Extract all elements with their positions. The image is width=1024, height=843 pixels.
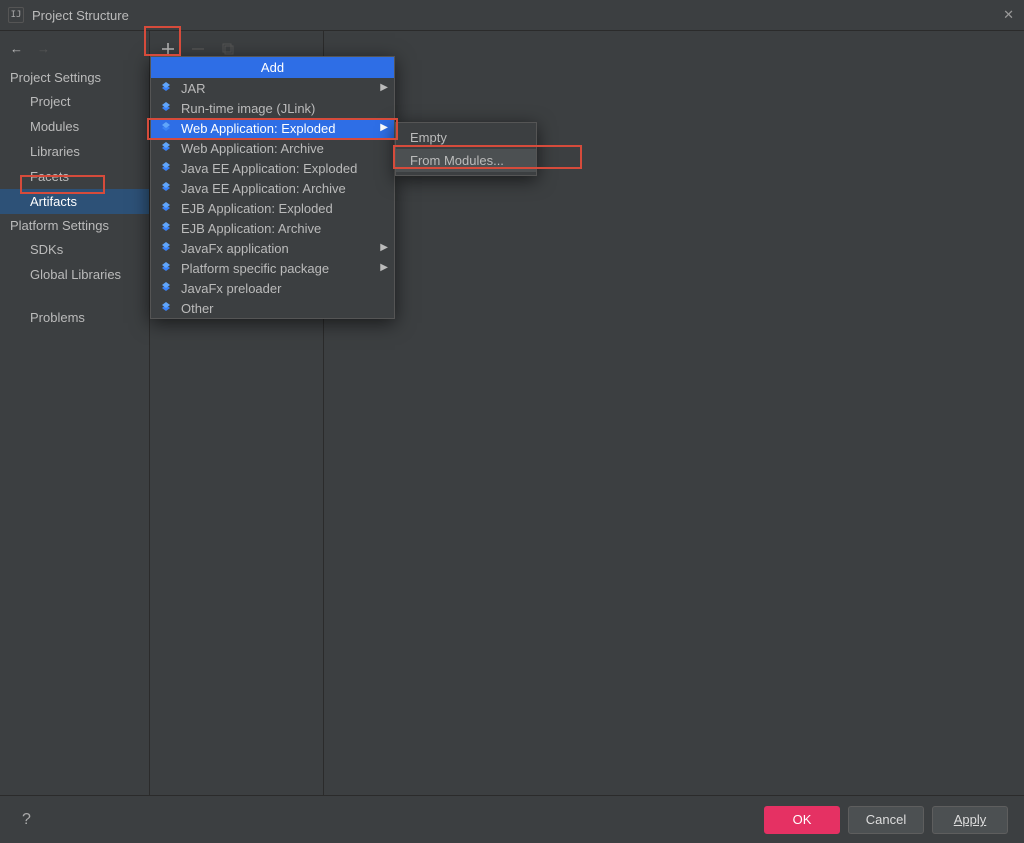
artifact-type-icon	[159, 241, 173, 255]
submenu-arrow-icon: ▶	[380, 82, 388, 93]
artifact-type-icon	[159, 201, 173, 215]
cancel-button[interactable]: Cancel	[848, 806, 924, 834]
submenu-arrow-icon: ▶	[380, 262, 388, 273]
sidebar-item-global-libraries[interactable]: Global Libraries	[0, 262, 149, 287]
popup-header: Add	[151, 57, 394, 78]
menu-item-label: Java EE Application: Archive	[181, 181, 346, 196]
artifact-type-icon	[159, 261, 173, 275]
add-menu-item-javafx-preloader[interactable]: JavaFx preloader	[151, 278, 394, 298]
nav-forward-icon: →	[37, 41, 50, 56]
nav-back-icon[interactable]: ←	[10, 41, 23, 56]
add-menu-item-other[interactable]: Other	[151, 298, 394, 318]
sidebar-item-modules[interactable]: Modules	[0, 114, 149, 139]
submenu-arrow-icon: ▶	[380, 242, 388, 253]
window-title: Project Structure	[32, 8, 129, 23]
add-menu-item-web-application-archive[interactable]: Web Application: Archive	[151, 138, 394, 158]
artifact-type-icon	[159, 161, 173, 175]
title-bar: IJ Project Structure ✕	[0, 0, 1024, 30]
menu-item-label: JavaFx application	[181, 241, 289, 256]
artifact-type-icon	[159, 81, 173, 95]
intellij-logo-icon: IJ	[8, 7, 24, 23]
menu-item-label: Java EE Application: Exploded	[181, 161, 357, 176]
menu-item-label: Web Application: Archive	[181, 141, 324, 156]
add-menu-item-platform-specific-package[interactable]: Platform specific package ▶	[151, 258, 394, 278]
artifact-type-icon	[159, 141, 173, 155]
sidebar-item-problems[interactable]: Problems	[0, 305, 149, 330]
artifact-type-icon	[159, 221, 173, 235]
submenu-arrow-icon: ▶	[380, 122, 388, 133]
add-menu-item-ejb-application-exploded[interactable]: EJB Application: Exploded	[151, 198, 394, 218]
submenu-item-from-modules[interactable]: From Modules...	[396, 149, 536, 172]
ok-button[interactable]: OK	[764, 806, 840, 834]
menu-item-label: JAR	[181, 81, 206, 96]
artifact-type-icon	[159, 181, 173, 195]
menu-item-label: EJB Application: Archive	[181, 221, 321, 236]
menu-item-label: Web Application: Exploded	[181, 121, 335, 136]
menu-item-label: JavaFx preloader	[181, 281, 281, 296]
add-menu-item-ejb-application-archive[interactable]: EJB Application: Archive	[151, 218, 394, 238]
sidebar-item-facets[interactable]: Facets	[0, 164, 149, 189]
close-icon[interactable]: ✕	[1003, 7, 1014, 23]
menu-item-label: Run-time image (JLink)	[181, 101, 315, 116]
add-menu-item-jar[interactable]: JAR ▶	[151, 78, 394, 98]
menu-item-label: Platform specific package	[181, 261, 329, 276]
add-menu-item-java-ee-application-archive[interactable]: Java EE Application: Archive	[151, 178, 394, 198]
add-menu-item-web-application-exploded[interactable]: Web Application: Exploded ▶	[151, 118, 394, 138]
artifact-type-icon	[159, 301, 173, 315]
sidebar-item-libraries[interactable]: Libraries	[0, 139, 149, 164]
artifact-type-icon	[159, 101, 173, 115]
add-menu-item-run-time-image-jlink[interactable]: Run-time image (JLink)	[151, 98, 394, 118]
section-header-platform-settings: Platform Settings	[0, 214, 149, 237]
submenu-item-empty[interactable]: Empty	[396, 126, 536, 149]
menu-item-label: Other	[181, 301, 214, 316]
apply-button[interactable]: Apply	[932, 806, 1008, 834]
add-artifact-popup: Add JAR ▶ Run-time image (JLink) Web Applic…	[150, 56, 395, 319]
add-menu-item-javafx-application[interactable]: JavaFx application ▶	[151, 238, 394, 258]
add-menu-item-java-ee-application-exploded[interactable]: Java EE Application: Exploded	[151, 158, 394, 178]
sidebar-item-artifacts[interactable]: Artifacts	[0, 189, 149, 214]
section-header-project-settings: Project Settings	[0, 66, 149, 89]
sidebar: ← → Project Settings Project Modules Lib…	[0, 31, 150, 795]
menu-item-label: EJB Application: Exploded	[181, 201, 333, 216]
artifact-type-icon	[159, 281, 173, 295]
help-icon[interactable]: ?	[16, 811, 31, 829]
artifact-type-icon	[159, 121, 173, 135]
dialog-footer: ? OK Cancel Apply	[0, 795, 1024, 843]
sidebar-item-project[interactable]: Project	[0, 89, 149, 114]
sidebar-item-sdks[interactable]: SDKs	[0, 237, 149, 262]
web-app-exploded-submenu: Empty From Modules...	[395, 122, 537, 176]
